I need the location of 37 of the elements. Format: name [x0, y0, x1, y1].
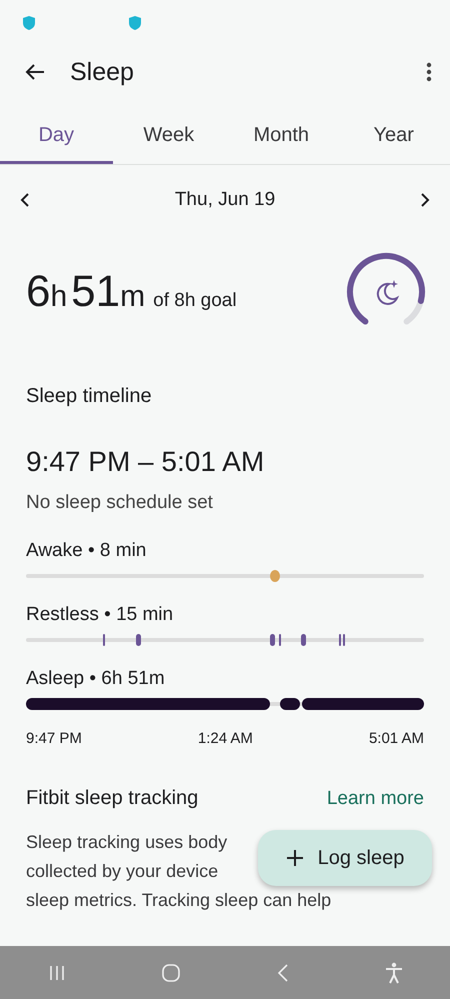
log-sleep-button[interactable]: Log sleep [258, 830, 432, 886]
back-nav-icon[interactable] [276, 962, 290, 982]
time-axis-label: 5:01 AM [368, 730, 424, 747]
more-dots-icon [426, 62, 432, 82]
goal-text: of 8h goal [153, 290, 237, 312]
period-tab[interactable]: Day [0, 110, 112, 164]
time-axis-label: 9:47 PM [26, 730, 82, 747]
chevron-right-icon [420, 193, 430, 207]
recent-apps-icon[interactable] [48, 964, 66, 982]
date-label: Thu, Jun 19 [174, 189, 276, 211]
learn-more-link[interactable]: Learn more [326, 788, 424, 810]
section-heading: Fitbit sleep tracking [26, 787, 198, 810]
period-tab[interactable]: Week [112, 110, 225, 164]
period-tab[interactable]: Month [225, 110, 338, 164]
hours-value: 6 [26, 267, 50, 317]
shield-icon [128, 15, 142, 31]
plus-icon [286, 849, 304, 867]
time-axis-label: 1:24 AM [198, 730, 253, 747]
hours-unit: h [50, 280, 68, 314]
stage-label: Awake • 8 min [26, 540, 148, 562]
stage-label: Restless • 15 min [26, 604, 174, 626]
description-line: Sleep tracking uses body [26, 831, 228, 854]
chevron-left-icon [20, 193, 30, 207]
stage-label: Asleep • 6h 51m [26, 668, 166, 690]
schedule-text: No sleep schedule set [26, 492, 214, 514]
shield-icon [22, 15, 36, 31]
home-icon[interactable] [160, 962, 180, 982]
section-heading: Sleep timeline [26, 385, 153, 408]
period-tab[interactable]: Year [338, 110, 450, 164]
minutes-unit: m [120, 280, 146, 314]
sleep-time-range: 9:47 PM – 5:01 AM [26, 446, 266, 478]
moon-icon [376, 280, 398, 305]
description-line: sleep metrics. Tracking sleep can help [26, 889, 332, 912]
minutes-value: 51 [71, 267, 120, 317]
description-line: collected by your device [26, 860, 218, 883]
page-title: Sleep [70, 58, 135, 86]
accessibility-icon[interactable] [384, 962, 402, 984]
